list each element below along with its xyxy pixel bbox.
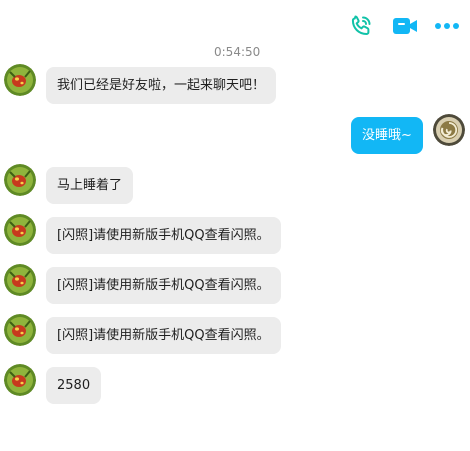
phone-icon[interactable] xyxy=(347,12,375,40)
contact-avatar[interactable] xyxy=(4,164,36,196)
contact-avatar[interactable] xyxy=(4,314,36,346)
chat-toolbar xyxy=(0,0,470,50)
contact-avatar[interactable] xyxy=(4,364,36,396)
contact-avatar[interactable] xyxy=(4,214,36,246)
video-call-icon[interactable] xyxy=(391,12,419,40)
outgoing-message-bubble[interactable]: 没睡哦~ xyxy=(351,117,423,154)
contact-avatar[interactable] xyxy=(4,264,36,296)
contact-avatar[interactable] xyxy=(4,64,36,96)
incoming-message-bubble[interactable]: [闪照]请使用新版手机QQ查看闪照。 xyxy=(46,267,281,304)
incoming-message-bubble[interactable]: [闪照]请使用新版手机QQ查看闪照。 xyxy=(46,317,281,354)
incoming-message-bubble[interactable]: 我们已经是好友啦，一起来聊天吧！ xyxy=(46,67,277,104)
incoming-message-bubble[interactable]: 马上睡着了 xyxy=(46,167,134,204)
message-timestamp: 0:54:50 xyxy=(214,45,261,59)
more-icon[interactable] xyxy=(433,12,461,40)
incoming-message-bubble[interactable]: 2580 xyxy=(46,367,102,404)
incoming-message-bubble[interactable]: [闪照]请使用新版手机QQ查看闪照。 xyxy=(46,217,281,254)
my-avatar[interactable] xyxy=(433,114,465,146)
